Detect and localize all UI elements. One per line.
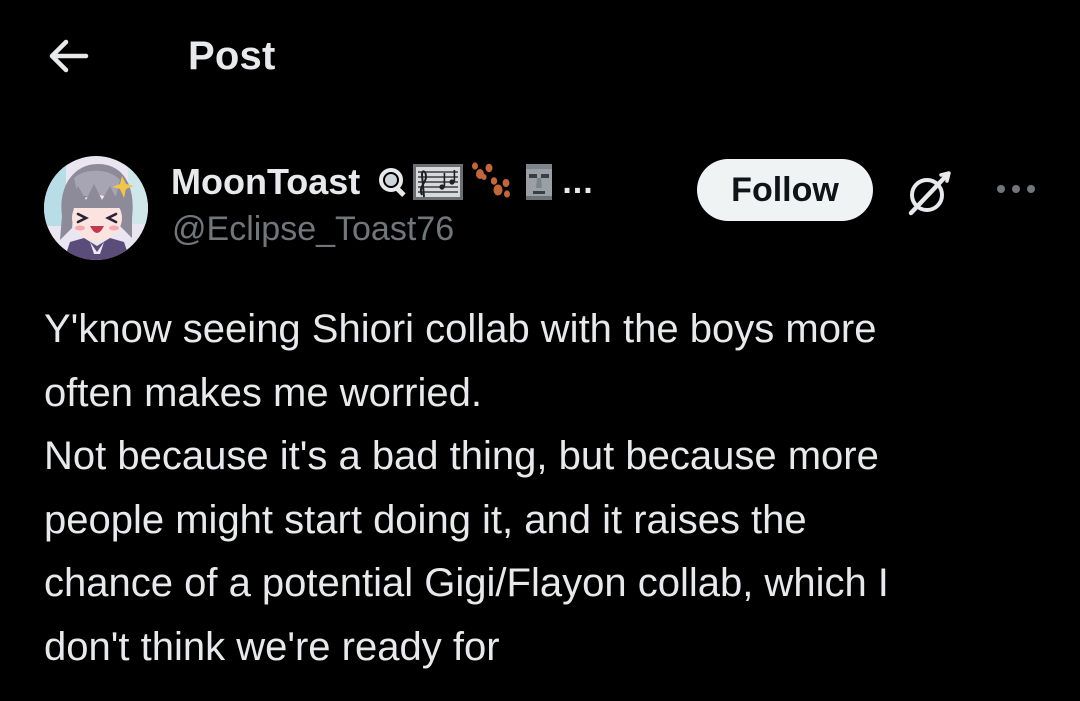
post-text-line: chance of a potential Gigi/Flayon collab… [44, 561, 889, 605]
top-app-bar: Post [0, 0, 1080, 110]
display-name-line: MoonToast ... [171, 160, 594, 204]
grok-icon [908, 171, 951, 216]
post-text-line: often makes me worried. [44, 370, 482, 415]
follow-button[interactable]: Follow [697, 159, 873, 221]
display-name[interactable]: MoonToast [171, 161, 360, 203]
paw-prints-emoji-icon [470, 162, 512, 202]
arrow-left-icon [49, 39, 89, 73]
user-handle[interactable]: @Eclipse_Toast76 [172, 210, 454, 249]
more-horizontal-icon [997, 185, 1035, 193]
post-text-line: people might start doing it, and it rais… [44, 497, 807, 542]
moai-emoji-icon [522, 162, 556, 202]
post-body: Y'know seeing Shiori collab with the boy… [44, 298, 1044, 679]
back-button[interactable] [40, 30, 96, 82]
post-author-row: MoonToast ... @Eclipse_Toast76 Follow [0, 150, 1080, 270]
name-truncation: ... [562, 162, 594, 201]
avatar[interactable] [44, 156, 148, 260]
grok-button[interactable] [900, 164, 958, 222]
sheet-music-emoji-icon [412, 162, 464, 202]
post-text-line: Y'know seeing Shiori collab with the boy… [44, 307, 877, 351]
post-text-line: Not because it's a bad thing, but becaus… [44, 434, 879, 478]
more-options-button[interactable] [984, 164, 1048, 214]
magnifying-glass-emoji-icon [374, 162, 408, 202]
page-title: Post [188, 34, 276, 78]
post-text-line: don't think we're ready for [44, 624, 500, 669]
anime-character-avatar [44, 156, 148, 260]
